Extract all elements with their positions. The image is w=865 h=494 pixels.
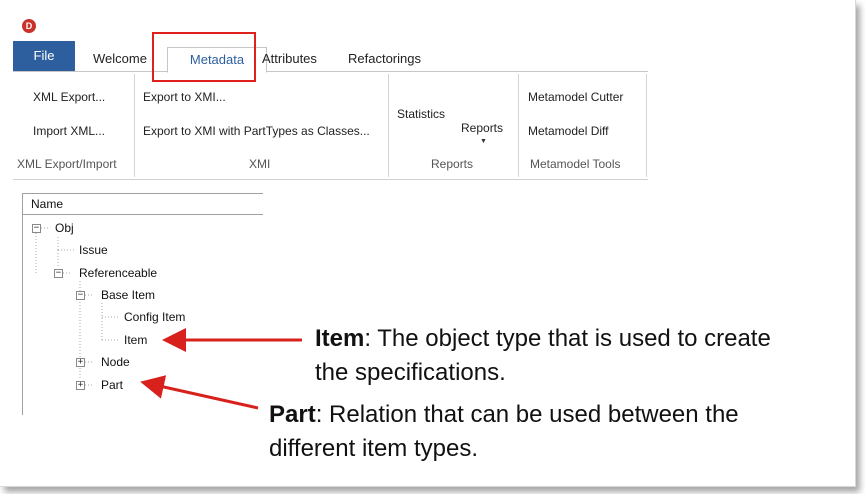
tree-node-config-item[interactable]: Config Item bbox=[124, 310, 185, 324]
group-label-xmi: XMI bbox=[249, 157, 271, 171]
export-xmi-parttypes-button[interactable]: Export to XMI with PartTypes as Classes.… bbox=[143, 124, 370, 138]
collapse-icon[interactable]: − bbox=[32, 224, 41, 233]
annotation-part-text-cont: different item types. bbox=[269, 435, 478, 462]
annotation-part-text: : Relation that can be used between the bbox=[315, 401, 739, 428]
annotation-part: Part: Relation that can be used between … bbox=[269, 398, 739, 466]
ribbon: D File Welcome Metadata Attributes Refac… bbox=[13, 9, 648, 180]
tree-view: Name − Obj Issue − Referenceable − Base … bbox=[22, 193, 263, 415]
tab-refactorings[interactable]: Refactorings bbox=[342, 47, 427, 71]
annotation-part-term: Part bbox=[269, 401, 316, 428]
expand-icon[interactable]: + bbox=[76, 358, 85, 367]
tree-node-obj[interactable]: Obj bbox=[55, 221, 74, 235]
collapse-icon[interactable]: − bbox=[76, 291, 85, 300]
export-xmi-button[interactable]: Export to XMI... bbox=[143, 90, 226, 104]
annotation-item: Item: The object type that is used to cr… bbox=[315, 322, 771, 390]
metamodel-cutter-button[interactable]: Metamodel Cutter bbox=[528, 90, 623, 104]
group-divider bbox=[518, 74, 519, 177]
tree-node-part[interactable]: Part bbox=[101, 378, 123, 392]
xml-export-button[interactable]: XML Export... bbox=[33, 90, 105, 104]
tab-welcome[interactable]: Welcome bbox=[87, 47, 153, 71]
group-label-reports: Reports bbox=[431, 157, 474, 171]
tab-file[interactable]: File bbox=[13, 41, 75, 71]
app-logo-icon: D bbox=[22, 19, 36, 33]
tab-attributes[interactable]: Attributes bbox=[256, 47, 323, 71]
tree-node-issue[interactable]: Issue bbox=[79, 243, 108, 257]
collapse-icon[interactable]: − bbox=[54, 269, 63, 278]
group-divider bbox=[388, 74, 389, 177]
group-divider bbox=[646, 74, 647, 177]
group-label-xml: XML Export/Import bbox=[17, 157, 117, 171]
tree-node-base-item[interactable]: Base Item bbox=[101, 288, 155, 302]
statistics-button[interactable]: Statistics bbox=[397, 107, 445, 121]
tree-node-referenceable[interactable]: Referenceable bbox=[79, 266, 157, 280]
group-label-metamodel-tools: Metamodel Tools bbox=[530, 157, 621, 171]
tree-node-item[interactable]: Item bbox=[124, 333, 147, 347]
tab-bar: File Welcome Metadata Attributes Refacto… bbox=[13, 41, 648, 73]
annotation-item-text: : The object type that is used to create bbox=[364, 325, 771, 352]
group-divider bbox=[134, 74, 135, 177]
dropdown-arrow-icon[interactable]: ▼ bbox=[480, 138, 487, 145]
tree-node-node[interactable]: Node bbox=[101, 355, 130, 369]
annotation-item-text-cont: the specifications. bbox=[315, 359, 506, 386]
metadata-tab-highlight bbox=[152, 32, 256, 82]
reports-dropdown-button[interactable]: Reports bbox=[461, 121, 503, 135]
annotation-item-term: Item bbox=[315, 325, 365, 352]
expand-icon[interactable]: + bbox=[76, 381, 85, 390]
import-xml-button[interactable]: Import XML... bbox=[33, 124, 105, 138]
metamodel-diff-button[interactable]: Metamodel Diff bbox=[528, 124, 608, 138]
